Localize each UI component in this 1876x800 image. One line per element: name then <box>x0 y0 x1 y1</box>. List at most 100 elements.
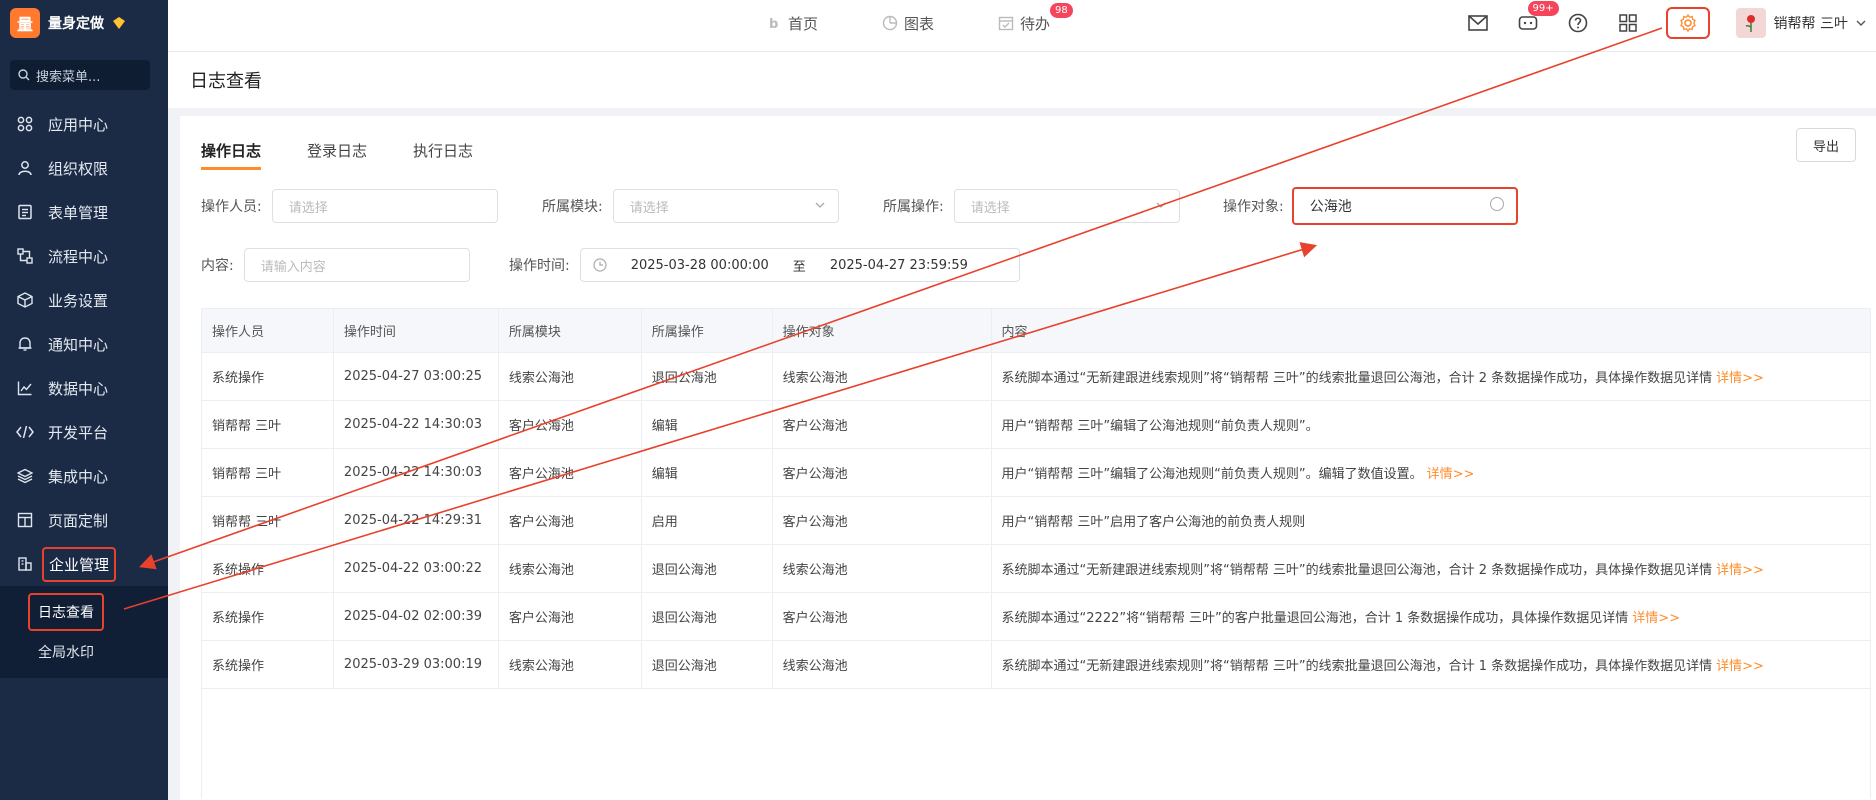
sidebar-item-notice[interactable]: 通知中心 <box>0 322 168 366</box>
top-right-tools: 99+ 销帮帮 三叶 <box>1466 0 1876 46</box>
time-end: 2025-04-27 23:59:59 <box>829 257 968 273</box>
user-name: 销帮帮 三叶 <box>1773 16 1848 32</box>
log-table: 操作人员 操作时间 所属模块 所属操作 操作对象 内容 系统操作 2025-04-… <box>201 308 1871 799</box>
nav-todo[interactable]: 待办 98 <box>998 2 1073 34</box>
module-filter: 所属模块: 请选择 <box>542 189 839 223</box>
sidebar-item-label: 集成中心 <box>48 467 109 486</box>
cell-content: 系统脚本通过“无新建跟进线索规则”将“销帮帮 三叶”的线索批量退回公海池，合计 … <box>991 353 1871 401</box>
message-icon[interactable]: 99+ <box>1516 1 1559 35</box>
sidebar-subitem-log[interactable]: 日志查看 <box>0 592 168 632</box>
sidebar-item-label: 流程中心 <box>48 247 109 266</box>
tab-operation-log[interactable]: 操作日志 <box>201 140 262 170</box>
nav-home[interactable]: b 首页 <box>768 13 818 34</box>
form-icon <box>16 203 34 221</box>
sidebar-item-dev[interactable]: 开发平台 <box>0 410 168 454</box>
clear-icon[interactable] <box>1489 197 1504 211</box>
cell-module: 线索公海池 <box>498 641 642 689</box>
enterprise-submenu: 日志查看 全局水印 <box>0 586 168 678</box>
detail-link[interactable]: 详情>> <box>1427 463 1475 482</box>
sidebar-item-business[interactable]: 业务设置 <box>0 278 168 322</box>
cell-content-text: 系统脚本通过“无新建跟进线索规则”将“销帮帮 三叶”的线索批量退回公海池，合计 … <box>1001 563 1713 578</box>
cell-module-text: 客户公海池 <box>508 467 574 482</box>
sidebar-item-data[interactable]: 数据中心 <box>0 366 168 410</box>
table-header: 操作人员 操作时间 所属模块 所属操作 操作对象 内容 <box>202 309 1871 353</box>
export-button[interactable]: 导出 <box>1796 128 1856 162</box>
cell-content-text: 系统脚本通过“无新建跟进线索规则”将“销帮帮 三叶”的线索批量退回公海池，合计 … <box>1001 659 1713 674</box>
header-time: 操作时间 <box>333 309 499 353</box>
cell-module-text: 线索公海池 <box>508 563 574 578</box>
cell-operation: 编辑 <box>641 401 773 449</box>
chevron-down-icon <box>1156 202 1166 208</box>
cell-target-text: 客户公海池 <box>782 467 848 482</box>
sidebar-subitem-label: 日志查看 <box>28 593 104 631</box>
content-placeholder: 请输入内容 <box>260 259 326 275</box>
tab-execution-log[interactable]: 执行日志 <box>413 140 473 170</box>
user-menu[interactable]: 销帮帮 三叶 <box>1735 8 1866 38</box>
sidebar-item-label: 页面定制 <box>48 511 109 530</box>
pie-chart-icon <box>882 15 898 31</box>
detail-link[interactable]: 详情>> <box>1632 607 1680 626</box>
cell-module-text: 客户公海池 <box>508 419 574 434</box>
detail-link[interactable]: 详情>> <box>1716 559 1764 578</box>
diamond-icon <box>113 17 125 29</box>
help-icon[interactable] <box>1566 11 1590 35</box>
sidebar-item-forms[interactable]: 表单管理 <box>0 190 168 234</box>
date-range-picker[interactable]: 2025-03-28 00:00:00 至 2025-04-27 23:59:5… <box>579 248 1020 282</box>
cell-target: 线索公海池 <box>772 641 992 689</box>
menu-search[interactable]: 搜索菜单... <box>10 60 150 90</box>
chart-icon <box>16 379 34 397</box>
sidebar-item-label: 组织权限 <box>48 159 109 178</box>
cell-operator-text: 销帮帮 三叶 <box>212 419 282 434</box>
content-filter: 内容: 请输入内容 <box>201 248 470 282</box>
sidebar-item-org[interactable]: 组织权限 <box>0 146 168 190</box>
grid-icon[interactable] <box>1616 11 1640 35</box>
sidebar-subitem-watermark[interactable]: 全局水印 <box>0 632 168 672</box>
cell-operator: 系统操作 <box>202 641 334 689</box>
chevron-down-icon <box>1856 20 1866 26</box>
cell-target: 线索公海池 <box>772 353 992 401</box>
operation-select[interactable]: 请选择 <box>953 189 1180 223</box>
gear-icon <box>1679 14 1696 32</box>
tab-login-log[interactable]: 登录日志 <box>307 140 367 170</box>
table-row: 系统操作 2025-04-27 03:00:25 线索公海池 退回公海池 线索公海池 系统… <box>202 353 1871 401</box>
cell-module-text: 客户公海池 <box>508 611 574 626</box>
sidebar-item-flow[interactable]: 流程中心 <box>0 234 168 278</box>
sidebar-item-integration[interactable]: 集成中心 <box>0 454 168 498</box>
cell-content-text: 用户“销帮帮 三叶”启用了客户公海池的前负责人规则 <box>1001 515 1306 530</box>
cell-operation-text: 退回公海池 <box>651 659 717 674</box>
cell-operation-text: 编辑 <box>651 419 678 434</box>
cell-operation-text: 启用 <box>651 515 678 530</box>
target-input[interactable]: 公海池 <box>1291 187 1518 225</box>
content-input[interactable]: 请输入内容 <box>243 248 470 282</box>
table-row: 系统操作 2025-04-22 03:00:22 线索公海池 退回公海池 线索公海池 系统… <box>202 545 1871 593</box>
settings-button[interactable] <box>1665 7 1710 39</box>
chevron-down-icon <box>815 202 825 208</box>
operation-placeholder: 请选择 <box>970 200 1010 216</box>
mail-icon[interactable] <box>1466 11 1490 35</box>
detail-link[interactable]: 详情>> <box>1716 655 1764 674</box>
sidebar-item-apps[interactable]: 应用中心 <box>0 102 168 146</box>
clock-icon <box>593 258 607 272</box>
header-operator: 操作人员 <box>202 309 334 353</box>
cell-time: 2025-03-29 03:00:19 <box>333 641 499 689</box>
sidebar-item-enterprise[interactable]: 企业管理 <box>0 542 168 586</box>
module-select[interactable]: 请选择 <box>612 189 839 223</box>
sidebar-item-page[interactable]: 页面定制 <box>0 498 168 542</box>
nav-charts[interactable]: 图表 <box>882 13 934 34</box>
target-filter: 操作对象: 公海池 <box>1223 187 1518 225</box>
cell-operator: 销帮帮 三叶 <box>202 497 334 545</box>
cell-operator: 系统操作 <box>202 593 334 641</box>
top-nav: b 首页 图表 待办 98 <box>768 0 1073 46</box>
cell-operation: 退回公海池 <box>641 593 773 641</box>
page-title: 日志查看 <box>190 71 262 92</box>
detail-link[interactable]: 详情>> <box>1716 367 1764 386</box>
cell-module: 线索公海池 <box>498 353 642 401</box>
cell-target-text: 客户公海池 <box>782 515 848 530</box>
cell-operation: 退回公海池 <box>641 353 773 401</box>
cell-content-text: 用户“销帮帮 三叶”编辑了公海池规则“前负责人规则”。 <box>1001 419 1319 434</box>
cell-operation: 退回公海池 <box>641 545 773 593</box>
operator-select[interactable]: 请选择 <box>271 189 498 223</box>
menu-search-placeholder: 搜索菜单... <box>36 69 101 85</box>
cell-target-text: 线索公海池 <box>782 659 848 674</box>
sidebar-item-label: 应用中心 <box>48 115 109 134</box>
